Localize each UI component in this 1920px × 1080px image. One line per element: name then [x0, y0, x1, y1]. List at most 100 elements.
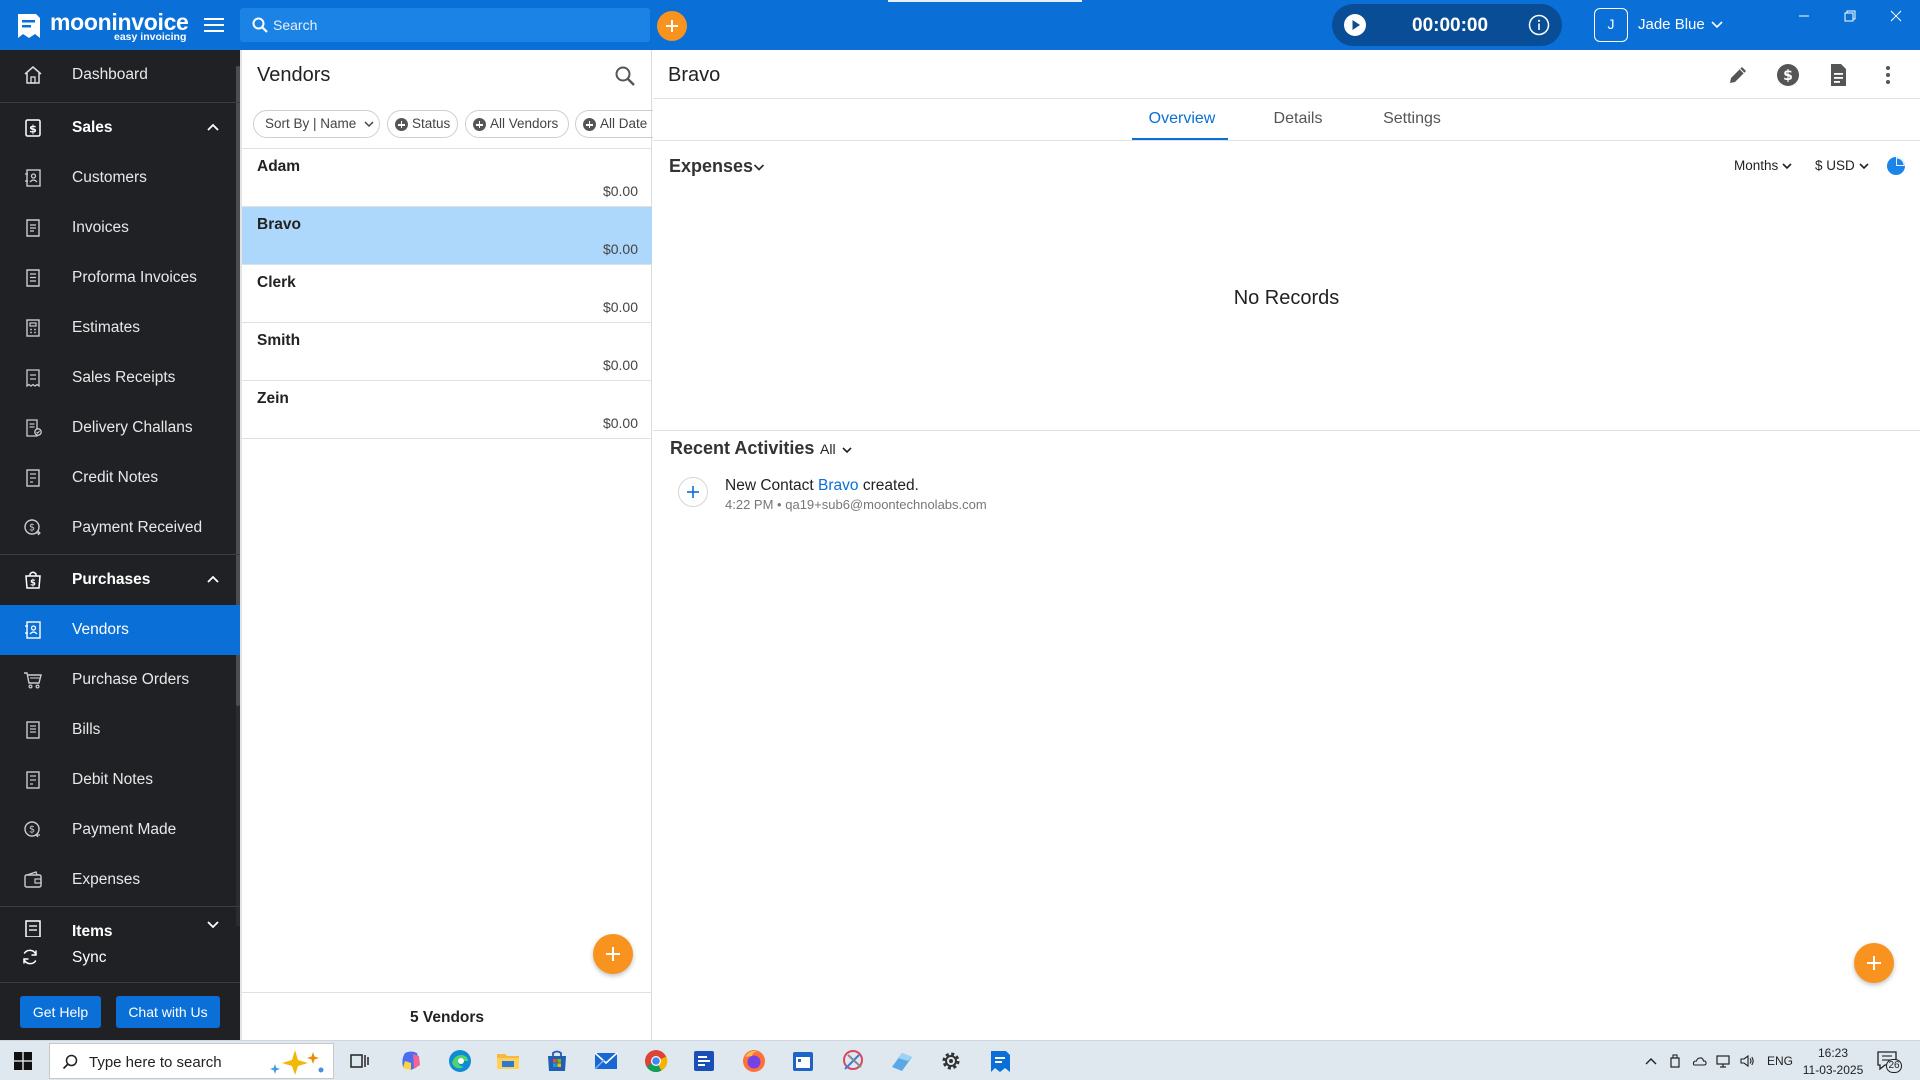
- sidebar-item-payment-made[interactable]: $ Payment Made: [0, 805, 240, 855]
- period-dropdown[interactable]: Months: [1734, 158, 1792, 173]
- sidebar-item-invoices[interactable]: Invoices: [0, 203, 240, 253]
- vendor-row-adam[interactable]: Adam $0.00: [242, 149, 652, 207]
- sidebar-item-debit-notes[interactable]: Debit Notes: [0, 755, 240, 805]
- vendor-row-clerk[interactable]: Clerk $0.00: [242, 265, 652, 323]
- svg-text:$: $: [30, 579, 36, 589]
- chevron-up-icon[interactable]: [1643, 1053, 1659, 1069]
- all-date-filter[interactable]: All Date: [575, 110, 660, 138]
- vendor-row-smith[interactable]: Smith $0.00: [242, 323, 652, 381]
- sidebar-section-purchases[interactable]: $ Purchases: [0, 555, 240, 605]
- sidebar-item-purchase-orders[interactable]: Purchase Orders: [0, 655, 240, 705]
- shopping-bag-icon: $: [25, 571, 41, 589]
- sidebar-item-bills[interactable]: Bills: [0, 705, 240, 755]
- taskbar-search[interactable]: Type here to search: [49, 1043, 334, 1079]
- info-icon[interactable]: [1528, 14, 1550, 36]
- input-language[interactable]: ENG: [1767, 1054, 1793, 1068]
- more-vertical-icon[interactable]: [1875, 62, 1901, 88]
- vendor-row-bravo[interactable]: Bravo $0.00: [242, 207, 652, 265]
- activities-filter-dropdown[interactable]: All: [820, 441, 853, 457]
- chevron-down-icon: [1711, 21, 1723, 29]
- sidebar-item-customers[interactable]: Customers: [0, 153, 240, 203]
- sidebar-item-delivery-challans[interactable]: Delivery Challans: [0, 403, 240, 453]
- sidebar-section-sales[interactable]: $ Sales: [0, 103, 240, 153]
- chevron-down-icon: [364, 121, 374, 128]
- chevron-down-icon: [207, 921, 219, 929]
- activity-contact-link[interactable]: Bravo: [818, 477, 859, 494]
- minimize-button[interactable]: [1781, 0, 1827, 32]
- taskbar-clock[interactable]: 16:23 11-03-2025: [1800, 1045, 1866, 1079]
- task-view-icon[interactable]: [345, 1047, 373, 1075]
- quick-add-button[interactable]: [657, 11, 687, 41]
- network-icon[interactable]: [1715, 1053, 1731, 1069]
- add-circle-icon: [395, 118, 408, 131]
- status-filter[interactable]: Status: [387, 110, 458, 138]
- minimize-icon: [1799, 15, 1809, 17]
- global-search-input[interactable]: [273, 8, 643, 42]
- sidebar-item-credit-notes[interactable]: Credit Notes: [0, 453, 240, 503]
- mooninvoice-app-icon[interactable]: [986, 1047, 1014, 1075]
- vendor-row-zein[interactable]: Zein $0.00: [242, 381, 652, 439]
- add-transaction-button[interactable]: [1854, 943, 1894, 983]
- sidebar-item-estimates[interactable]: Estimates: [0, 303, 240, 353]
- sidebar-item-vendors[interactable]: Vendors: [0, 605, 240, 655]
- chat-with-us-button[interactable]: Chat with Us: [116, 996, 220, 1028]
- close-button[interactable]: [1873, 0, 1919, 32]
- settings-gear-icon[interactable]: [937, 1047, 965, 1075]
- top-bar: mooninvoice easy invoicing 00:00:00: [0, 0, 1920, 50]
- usb-device-icon[interactable]: [1667, 1053, 1683, 1069]
- hamburger-menu-icon[interactable]: [203, 15, 225, 35]
- notification-count-badge: 26: [1886, 1059, 1902, 1073]
- copilot-icon[interactable]: [397, 1047, 425, 1075]
- chrome-browser-icon[interactable]: [642, 1047, 670, 1075]
- proforma-icon: [26, 269, 40, 287]
- restore-button[interactable]: [1827, 0, 1873, 32]
- sidebar-item-proforma-invoices[interactable]: Proforma Invoices: [0, 253, 240, 303]
- mail-app-icon[interactable]: [592, 1047, 620, 1075]
- snipping-tool-icon[interactable]: [839, 1047, 867, 1075]
- sidebar-item-expenses[interactable]: Expenses: [0, 855, 240, 905]
- app-logo[interactable]: mooninvoice easy invoicing: [16, 8, 196, 43]
- sidebar-items-clip: Items: [0, 907, 240, 937]
- chevron-down-icon[interactable]: [753, 163, 765, 172]
- sidebar-section-items[interactable]: Items: [0, 907, 240, 937]
- sync-button[interactable]: Sync: [0, 943, 240, 973]
- vendor-name: Bravo: [257, 216, 301, 233]
- all-vendors-filter[interactable]: All Vendors: [465, 110, 569, 138]
- vendors-list-panel: Vendors Sort By | Name Status All Vendor…: [240, 50, 660, 1040]
- brand-tagline: easy invoicing: [114, 31, 187, 43]
- user-menu[interactable]: J Jade Blue: [1594, 8, 1734, 42]
- firefox-browser-icon[interactable]: [740, 1047, 768, 1075]
- recent-activities-title: Recent Activities: [670, 438, 815, 458]
- section-divider: [653, 430, 1920, 431]
- vendor-amount: $0.00: [602, 299, 638, 315]
- windows-start-icon[interactable]: [14, 1052, 32, 1070]
- tab-overview[interactable]: Overview: [1133, 110, 1231, 140]
- sidebar-item-payment-received[interactable]: $ Payment Received: [0, 503, 240, 553]
- notification-center[interactable]: 26: [1876, 1050, 1902, 1074]
- search-icon[interactable]: [614, 65, 636, 87]
- sidebar-item-sales-receipts[interactable]: Sales Receipts: [0, 353, 240, 403]
- tab-settings[interactable]: Settings: [1363, 110, 1461, 140]
- remote-app-icon[interactable]: [888, 1047, 916, 1075]
- logo-icon: [18, 14, 40, 38]
- get-help-button[interactable]: Get Help: [20, 996, 101, 1028]
- expenses-dropdown[interactable]: Expenses: [669, 156, 753, 177]
- calendar-app-icon[interactable]: [789, 1047, 817, 1075]
- sort-by-dropdown[interactable]: Sort By | Name: [253, 110, 380, 138]
- microsoft-store-icon[interactable]: [543, 1047, 571, 1075]
- volume-icon[interactable]: [1739, 1053, 1755, 1069]
- document-icon[interactable]: [1825, 62, 1851, 88]
- edge-browser-icon[interactable]: [446, 1047, 474, 1075]
- currency-dropdown[interactable]: $ USD: [1815, 158, 1869, 173]
- dollar-circle-icon[interactable]: $: [1775, 62, 1801, 88]
- onedrive-cloud-icon[interactable]: [1691, 1053, 1707, 1069]
- timer-play-button[interactable]: [1344, 14, 1366, 36]
- pie-chart-icon[interactable]: [1886, 156, 1906, 176]
- sidebar-item-dashboard[interactable]: Dashboard: [0, 50, 240, 100]
- global-search[interactable]: [240, 8, 650, 42]
- tab-details[interactable]: Details: [1253, 110, 1343, 140]
- blue-app-icon[interactable]: [690, 1047, 718, 1075]
- file-explorer-icon[interactable]: [494, 1047, 522, 1075]
- add-vendor-button[interactable]: [593, 934, 633, 974]
- edit-pencil-icon[interactable]: [1725, 62, 1751, 88]
